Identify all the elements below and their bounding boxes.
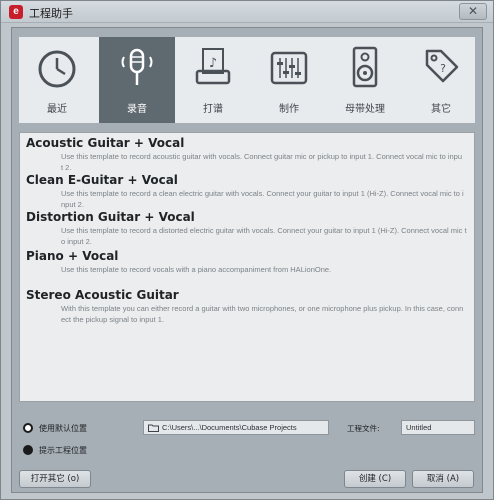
template-title: Acoustic Guitar + Vocal	[26, 136, 185, 150]
close-button[interactable]: ✕	[459, 3, 487, 20]
template-description: Use this template to record vocals with …	[61, 265, 332, 274]
tab-label: 制作	[279, 104, 299, 115]
microphone-icon	[121, 48, 153, 85]
project-location-area: 使用默认位置 提示工程位置 C:\Users\...\Documents\Cub…	[19, 413, 475, 459]
mixer-icon	[270, 51, 308, 85]
open-other-button[interactable]: 打开其它 (o)	[19, 470, 91, 488]
template-description: Use this template to record a clean elec…	[61, 189, 464, 198]
project-assistant-window: e 工程助手 ✕ 最近 录音 ♪ 打谱 制作 母带处理 ? 其它 Acousti…	[0, 0, 494, 500]
tab-label: 录音	[127, 104, 147, 115]
template-item-stereo-acoustic-guitar[interactable]: Stereo Acoustic Guitar With this templat…	[20, 288, 474, 325]
default-location-label: 使用默认位置	[39, 424, 87, 433]
svg-text:?: ?	[440, 62, 446, 75]
template-description-cont: o input 2.	[61, 237, 92, 246]
tab-label: 最近	[47, 104, 67, 115]
template-item-piano-vocal[interactable]: Piano + Vocal Use this template to recor…	[20, 249, 474, 275]
title-bar[interactable]: e 工程助手 ✕	[1, 1, 493, 23]
tab-scoring[interactable]: ♪ 打谱	[175, 37, 251, 123]
tab-label: 打谱	[203, 104, 223, 115]
cancel-button[interactable]: 取消 (A)	[412, 470, 474, 488]
clock-icon	[38, 50, 76, 88]
template-description: With this template you can either record…	[61, 304, 464, 313]
score-icon: ♪	[195, 48, 231, 85]
template-item-distortion-guitar-vocal[interactable]: Distortion Guitar + Vocal Use this templ…	[20, 210, 474, 247]
prompt-location-radio[interactable]	[23, 445, 33, 455]
window-title: 工程助手	[29, 7, 73, 20]
template-item-clean-e-guitar-vocal[interactable]: Clean E-Guitar + Vocal Use this template…	[20, 173, 474, 210]
main-panel: 最近 录音 ♪ 打谱 制作 母带处理 ? 其它 Acoustic Guitar …	[11, 27, 483, 493]
folder-icon	[148, 424, 159, 432]
template-description-cont: t 2.	[61, 163, 72, 172]
project-path-text: C:\Users\...\Documents\Cubase Projects	[162, 423, 297, 432]
tab-mastering[interactable]: 母带处理	[327, 37, 403, 123]
template-title: Distortion Guitar + Vocal	[26, 210, 195, 224]
tab-production[interactable]: 制作	[251, 37, 327, 123]
template-description: Use this template to record a distorted …	[61, 226, 467, 235]
project-name-field[interactable]: Untitled	[401, 420, 475, 435]
template-description-cont: nput 2.	[61, 200, 84, 209]
cubase-logo-icon: e	[9, 5, 23, 19]
template-description-cont: ect the pickup signal to input 1.	[61, 315, 164, 324]
template-title: Piano + Vocal	[26, 249, 119, 263]
create-button[interactable]: 创建 (C)	[344, 470, 406, 488]
project-file-label: 工程文件:	[347, 424, 380, 433]
tag-icon: ?	[425, 49, 459, 83]
project-path-field[interactable]: C:\Users\...\Documents\Cubase Projects	[143, 420, 329, 435]
tab-recent[interactable]: 最近	[19, 37, 95, 123]
default-location-radio[interactable]	[23, 423, 33, 433]
template-description: Use this template to record acoustic gui…	[61, 152, 463, 161]
template-title: Clean E-Guitar + Vocal	[26, 173, 178, 187]
tab-label: 母带处理	[345, 104, 385, 115]
template-item-acoustic-guitar-vocal[interactable]: Acoustic Guitar + Vocal Use this templat…	[20, 136, 474, 173]
speaker-icon	[352, 46, 378, 88]
tab-other[interactable]: ? 其它	[403, 37, 479, 123]
tab-label: 其它	[431, 104, 451, 115]
template-list[interactable]: Acoustic Guitar + Vocal Use this templat…	[19, 132, 475, 402]
template-title: Stereo Acoustic Guitar	[26, 288, 179, 302]
svg-text:♪: ♪	[209, 56, 217, 71]
prompt-location-label: 提示工程位置	[39, 446, 87, 455]
category-tab-strip: 最近 录音 ♪ 打谱 制作 母带处理 ? 其它	[19, 37, 475, 123]
tab-recording[interactable]: 录音	[99, 37, 175, 123]
